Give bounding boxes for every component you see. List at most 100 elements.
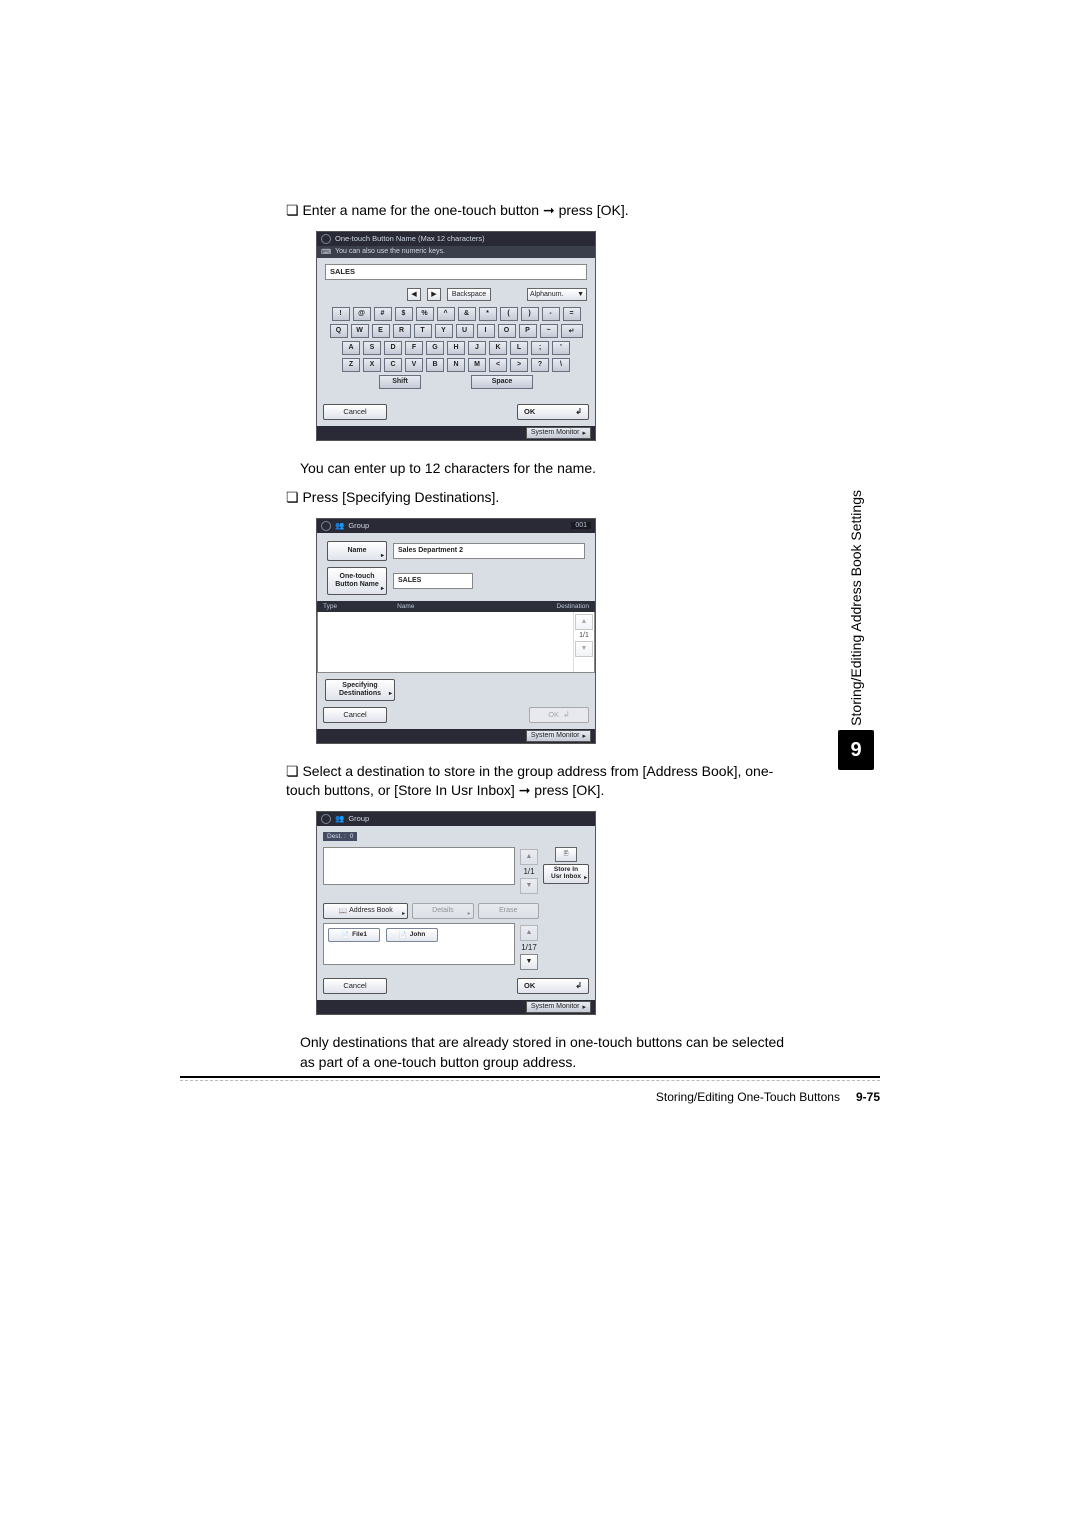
key-N[interactable]: N xyxy=(447,358,465,372)
cursor-left-button[interactable]: ◀ xyxy=(407,288,421,301)
scroll-down-button[interactable]: ▼ xyxy=(520,878,538,894)
cancel-button[interactable]: Cancel xyxy=(323,404,387,420)
step2-instruction: Press [Specifying Destinations]. xyxy=(286,488,786,508)
key-?[interactable]: ? xyxy=(531,358,549,372)
cancel-button[interactable]: Cancel xyxy=(323,978,387,994)
ok-button[interactable]: OK ↲ xyxy=(517,404,589,420)
key-J[interactable]: J xyxy=(468,341,486,355)
key-E[interactable]: E xyxy=(372,324,390,338)
cursor-right-button[interactable]: ▶ xyxy=(427,288,441,301)
key-Q[interactable]: Q xyxy=(330,324,348,338)
specifying-destinations-button[interactable]: Specifying Destinations ▸ xyxy=(325,679,395,701)
key-![interactable]: ! xyxy=(332,307,350,321)
key-T[interactable]: T xyxy=(414,324,432,338)
key-H[interactable]: H xyxy=(447,341,465,355)
key-M[interactable]: M xyxy=(468,358,486,372)
key-\[interactable]: \ xyxy=(552,358,570,372)
key--[interactable]: - xyxy=(542,307,560,321)
ss2-title: Group xyxy=(348,521,369,530)
key-G[interactable]: G xyxy=(426,341,444,355)
key-%[interactable]: % xyxy=(416,307,434,321)
key-D[interactable]: D xyxy=(384,341,402,355)
ok-button-disabled: OK ↲ xyxy=(529,707,589,723)
screenshot-keyboard: One-touch Button Name (Max 12 characters… xyxy=(316,231,596,441)
key-&[interactable]: & xyxy=(458,307,476,321)
ok-label: OK xyxy=(548,710,559,719)
name-btn-label: Name xyxy=(347,547,366,554)
scroll-down-button[interactable]: ▼ xyxy=(575,641,593,657)
scroll-up-button[interactable]: ▲ xyxy=(520,925,538,941)
status-label: System Monitor xyxy=(531,429,580,436)
system-monitor-button[interactable]: System Monitor▸ xyxy=(526,427,591,439)
key-L[interactable]: L xyxy=(510,341,528,355)
mode-dropdown[interactable]: Alphanum. ▼ xyxy=(527,288,587,301)
ss1-info: You can also use the numeric keys. xyxy=(335,248,445,255)
chevron-right-icon: ▸ xyxy=(402,910,405,917)
backspace-button[interactable]: Backspace xyxy=(447,288,491,301)
scroll-up-button[interactable]: ▲ xyxy=(575,614,593,630)
dest-n: 0 xyxy=(350,833,354,840)
key-~[interactable]: ~ xyxy=(540,324,558,338)
back-icon[interactable] xyxy=(321,814,331,824)
key-Y[interactable]: Y xyxy=(435,324,453,338)
ok-label: OK xyxy=(524,407,535,416)
scroll-up-button[interactable]: ▲ xyxy=(520,849,538,865)
address-book-button[interactable]: 📖 Address Book ▸ xyxy=(323,903,408,919)
scroll-down-button[interactable]: ▼ xyxy=(520,954,538,970)
key-U[interactable]: U xyxy=(456,324,474,338)
key-=[interactable]: = xyxy=(563,307,581,321)
page-indicator-top: 1/1 xyxy=(523,867,534,876)
mode-label: Alphanum. xyxy=(530,291,563,298)
space-key[interactable]: Space xyxy=(471,375,533,389)
system-monitor-button[interactable]: System Monitor▸ xyxy=(526,1001,591,1013)
key-I[interactable]: I xyxy=(477,324,495,338)
key-;[interactable]: ; xyxy=(531,341,549,355)
abc-filter-button[interactable]: 🖹 xyxy=(555,847,577,862)
onetouch-item-john[interactable]: 📄John xyxy=(386,928,438,942)
dest-lbl: Dest. : xyxy=(327,833,346,840)
back-icon[interactable] xyxy=(321,521,331,531)
key-X[interactable]: X xyxy=(363,358,381,372)
key-S[interactable]: S xyxy=(363,341,381,355)
key-B[interactable]: B xyxy=(426,358,444,372)
cancel-button[interactable]: Cancel xyxy=(323,707,387,723)
key-C[interactable]: C xyxy=(384,358,402,372)
ok-button[interactable]: OK ↲ xyxy=(517,978,589,994)
key-K[interactable]: K xyxy=(489,341,507,355)
key-R[interactable]: R xyxy=(393,324,411,338)
ss3-title: Group xyxy=(348,814,369,823)
key-([interactable]: ( xyxy=(500,307,518,321)
key-^[interactable]: ^ xyxy=(437,307,455,321)
key-V[interactable]: V xyxy=(405,358,423,372)
key-#[interactable]: # xyxy=(374,307,392,321)
item1-label: File1 xyxy=(352,931,367,938)
key-<[interactable]: < xyxy=(489,358,507,372)
key-*[interactable]: * xyxy=(479,307,497,321)
key->[interactable]: > xyxy=(510,358,528,372)
name-input[interactable]: SALES xyxy=(325,264,587,280)
key-Z[interactable]: Z xyxy=(342,358,360,372)
spec-label: Specifying Destinations xyxy=(339,682,381,697)
step1-text-a: Enter a name for the one-touch button xyxy=(302,202,543,218)
key-A[interactable]: A xyxy=(342,341,360,355)
key-'[interactable]: ' xyxy=(552,341,570,355)
key-O[interactable]: O xyxy=(498,324,516,338)
key-@[interactable]: @ xyxy=(353,307,371,321)
shift-key[interactable]: Shift xyxy=(379,375,421,389)
onetouch-name-button[interactable]: One-touch Button Name ▸ xyxy=(327,567,387,595)
key-↵[interactable]: ↵ xyxy=(561,324,583,338)
book-icon: 📖 xyxy=(338,907,347,915)
key-F[interactable]: F xyxy=(405,341,423,355)
key-W[interactable]: W xyxy=(351,324,369,338)
ot-l2: Button Name xyxy=(335,581,379,589)
store-in-usr-inbox-button[interactable]: Store In Usr Inbox ▸ xyxy=(543,864,589,884)
key-)[interactable]: ) xyxy=(521,307,539,321)
name-button[interactable]: Name ▸ xyxy=(327,541,387,561)
back-icon[interactable] xyxy=(321,234,331,244)
onetouch-item-file1[interactable]: 📄File1 xyxy=(328,928,380,942)
key-P[interactable]: P xyxy=(519,324,537,338)
key-$[interactable]: $ xyxy=(395,307,413,321)
system-monitor-button[interactable]: System Monitor▸ xyxy=(526,730,591,742)
enter-icon: ↲ xyxy=(575,407,582,416)
file-icon: 📄 xyxy=(341,931,349,939)
